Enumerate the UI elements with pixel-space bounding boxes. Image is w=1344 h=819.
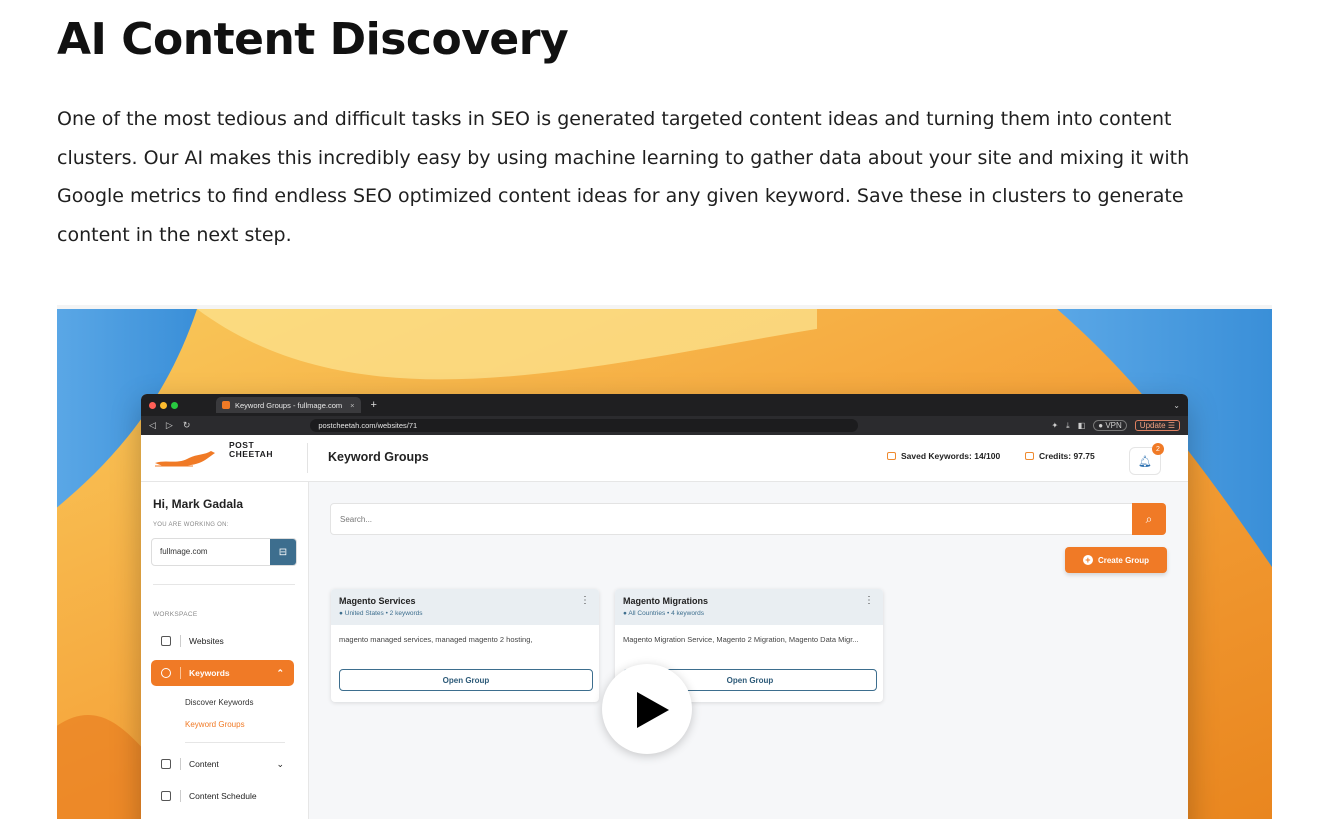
extension-icon[interactable]: ✦ bbox=[1051, 421, 1058, 430]
logo-wordmark: POST CHEETAH bbox=[229, 441, 273, 459]
card-title: Magento Services bbox=[339, 596, 416, 606]
sidebar-subitem-discover-keywords[interactable]: Discover Keywords bbox=[185, 698, 253, 707]
credits-text: Credits: 97.75 bbox=[1039, 451, 1095, 461]
key-icon bbox=[161, 668, 171, 678]
bell-icon: 🔔︎ bbox=[1138, 455, 1152, 468]
card-meta-text: United States • 2 keywords bbox=[344, 610, 423, 617]
credits-indicator: Credits: 97.75 bbox=[1025, 451, 1095, 461]
working-on-label: YOU ARE WORKING ON: bbox=[153, 522, 229, 528]
websites-icon bbox=[161, 636, 171, 646]
main-content: Search... ⌕ + Create Group Magento Servi… bbox=[309, 482, 1188, 819]
video-player[interactable]: Keyword Groups - fullmage.com × + ⌄ ◁ ▷ … bbox=[57, 305, 1272, 819]
sidebar-item-keywords[interactable]: Keywords ⌃ bbox=[151, 660, 294, 686]
credits-icon bbox=[1025, 452, 1034, 460]
new-tab-icon[interactable]: + bbox=[371, 399, 377, 411]
notification-badge: 2 bbox=[1152, 443, 1164, 455]
card-keywords: magento managed services, managed magent… bbox=[339, 635, 533, 644]
chevron-down-icon: ⌄ bbox=[276, 758, 284, 769]
open-group-button[interactable]: Open Group bbox=[339, 669, 593, 691]
reload-icon[interactable]: ↻ bbox=[183, 420, 191, 431]
app-page-title: Keyword Groups bbox=[328, 450, 429, 464]
divider bbox=[180, 667, 181, 679]
calendar-icon bbox=[161, 791, 171, 801]
browser-tab[interactable]: Keyword Groups - fullmage.com × bbox=[216, 397, 361, 413]
sidebar-toggle-icon[interactable]: ◧ bbox=[1078, 421, 1086, 430]
chevron-up-icon: ⌃ bbox=[276, 667, 284, 678]
site-selector[interactable]: fullmage.com ⊟ bbox=[151, 538, 297, 566]
saved-keywords-icon bbox=[887, 452, 896, 460]
more-options-icon[interactable]: ⋮ bbox=[580, 595, 590, 606]
forward-icon[interactable]: ▷ bbox=[166, 420, 173, 431]
notifications-button[interactable]: 🔔︎ 2 bbox=[1129, 443, 1164, 475]
url-field[interactable]: postcheetah.com/websites/71 bbox=[310, 419, 859, 432]
search-input[interactable]: Search... ⌕ bbox=[330, 503, 1166, 535]
workspace-label: WORKSPACE bbox=[153, 611, 198, 618]
update-button[interactable]: Update ☰ bbox=[1134, 420, 1180, 431]
card-keywords: Magento Migration Service, Magento 2 Mig… bbox=[623, 635, 859, 644]
divider bbox=[180, 790, 181, 802]
maximize-window-icon[interactable] bbox=[171, 401, 178, 409]
header-divider bbox=[307, 443, 308, 473]
sidebar-item-label: Websites bbox=[189, 636, 224, 646]
tab-close-icon[interactable]: × bbox=[350, 401, 354, 410]
logo-line-2: CHEETAH bbox=[229, 449, 273, 459]
extensions-area: ✦ ⤓ ◧ ● VPN Update ☰ bbox=[1043, 420, 1180, 431]
intro-paragraph: One of the most tedious and difficult ta… bbox=[57, 108, 1190, 246]
browser-tab-bar: Keyword Groups - fullmage.com × + ⌄ bbox=[141, 394, 1188, 416]
sidebar-subitem-keyword-groups[interactable]: Keyword Groups bbox=[185, 720, 245, 729]
app-view: POST CHEETAH Keyword Groups Saved Keywor… bbox=[141, 435, 1188, 819]
tab-title: Keyword Groups - fullmage.com bbox=[235, 400, 343, 410]
sidebar-item-websites[interactable]: Websites bbox=[151, 628, 294, 654]
address-bar-row: ◁ ▷ ↻ postcheetah.com/websites/71 ✦ ⤓ ◧ … bbox=[141, 416, 1188, 435]
sidebar-item-label: Content bbox=[189, 759, 219, 769]
site-switch-icon[interactable]: ⊟ bbox=[270, 539, 296, 565]
saved-keywords-indicator: Saved Keywords: 14/100 bbox=[887, 451, 1000, 461]
close-window-icon[interactable] bbox=[149, 401, 156, 409]
sidebar-item-label: Keywords bbox=[189, 668, 230, 678]
divider bbox=[153, 584, 295, 585]
location-pin-icon: ● bbox=[339, 610, 343, 617]
favicon-icon bbox=[222, 401, 230, 409]
divider bbox=[185, 742, 285, 743]
site-value: fullmage.com bbox=[160, 547, 208, 556]
card-meta: ● All Countries • 4 keywords bbox=[623, 610, 704, 617]
minimize-window-icon[interactable] bbox=[160, 401, 167, 409]
sidebar: Hi, Mark Gadala YOU ARE WORKING ON: full… bbox=[141, 482, 309, 819]
saved-keywords-text: Saved Keywords: 14/100 bbox=[901, 451, 1001, 461]
sidebar-item-content-schedule[interactable]: Content Schedule bbox=[151, 783, 294, 809]
card-title: Magento Migrations bbox=[623, 596, 708, 606]
card-meta-text: All Countries • 4 keywords bbox=[628, 610, 705, 617]
create-group-button[interactable]: + Create Group bbox=[1065, 547, 1167, 573]
url-text: postcheetah.com/websites/71 bbox=[318, 421, 418, 430]
app-header: POST CHEETAH Keyword Groups Saved Keywor… bbox=[141, 435, 1188, 482]
divider bbox=[180, 635, 181, 647]
card-meta: ● United States • 2 keywords bbox=[339, 610, 423, 617]
search-placeholder: Search... bbox=[340, 515, 373, 524]
play-icon bbox=[637, 692, 669, 728]
card-header: Magento Migrations ● All Countries • 4 k… bbox=[615, 589, 883, 625]
create-group-label: Create Group bbox=[1097, 555, 1150, 565]
page-title: AI Content Discovery bbox=[57, 14, 569, 65]
search-button[interactable]: ⌕ bbox=[1132, 503, 1166, 535]
play-button[interactable] bbox=[602, 664, 692, 754]
content-icon bbox=[161, 759, 171, 769]
back-icon[interactable]: ◁ bbox=[149, 420, 156, 431]
sidebar-item-content[interactable]: Content ⌄ bbox=[151, 751, 294, 777]
download-icon[interactable]: ⤓ bbox=[1066, 421, 1070, 431]
more-options-icon[interactable]: ⋮ bbox=[864, 595, 874, 606]
vpn-button[interactable]: ● VPN bbox=[1093, 420, 1127, 431]
plus-icon: + bbox=[1082, 555, 1093, 565]
sidebar-item-label: Content Schedule bbox=[189, 791, 257, 801]
tab-list-chevron-icon[interactable]: ⌄ bbox=[1173, 401, 1180, 410]
divider bbox=[180, 758, 181, 770]
card-header: Magento Services ● United States • 2 key… bbox=[331, 589, 599, 625]
location-pin-icon: ● bbox=[623, 610, 627, 617]
greeting: Hi, Mark Gadala bbox=[153, 497, 244, 511]
search-icon: ⌕ bbox=[1145, 511, 1153, 526]
browser-window: Keyword Groups - fullmage.com × + ⌄ ◁ ▷ … bbox=[141, 394, 1188, 819]
group-card: Magento Services ● United States • 2 key… bbox=[331, 589, 599, 702]
